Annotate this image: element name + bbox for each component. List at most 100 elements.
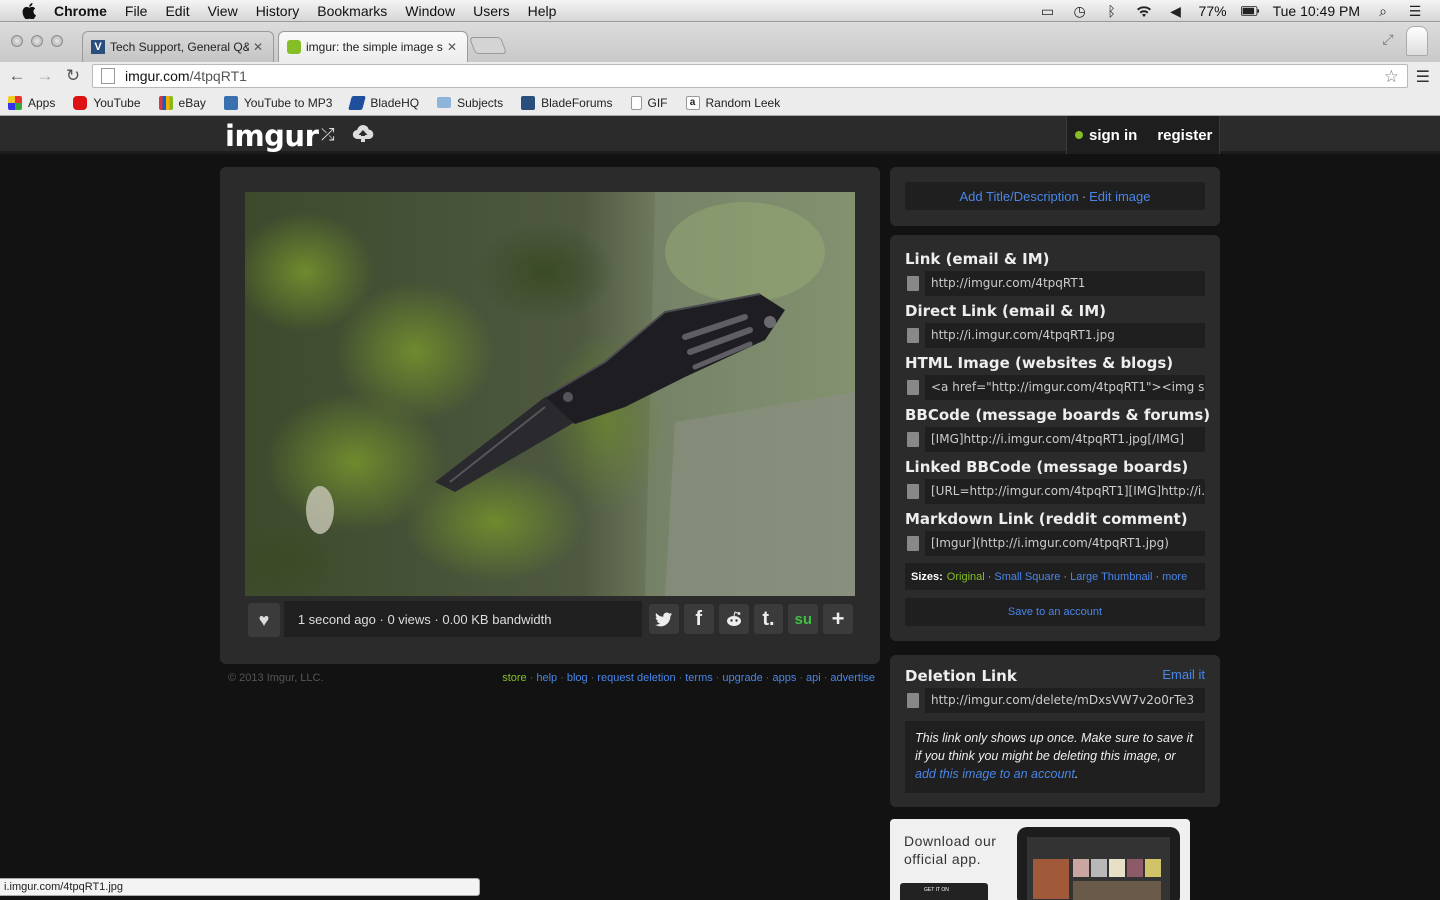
reddit-icon[interactable] <box>718 604 749 634</box>
menu-bookmarks[interactable]: Bookmarks <box>317 3 387 19</box>
random-shuffle-icon[interactable]: ⤮ <box>321 125 335 145</box>
size-large-thumbnail-link[interactable]: Large Thumbnail <box>1070 571 1152 583</box>
uploaded-image[interactable] <box>245 192 855 596</box>
footer-link-api[interactable]: api <box>806 672 821 684</box>
copy-icon[interactable] <box>907 276 919 291</box>
html-image-label: HTML Image (websites & blogs) <box>905 354 1174 372</box>
bluetooth-icon[interactable]: ᛒ <box>1103 3 1121 19</box>
register-link[interactable]: register <box>1157 127 1212 144</box>
bookmark-random-leek[interactable]: a Random Leek <box>685 95 780 110</box>
menu-window[interactable]: Window <box>405 3 455 19</box>
bookmark-bladeforums[interactable]: BladeForums <box>521 95 613 110</box>
back-icon[interactable]: ← <box>7 66 27 86</box>
email-it-link[interactable]: Email it <box>1162 667 1205 682</box>
footer-link-apps[interactable]: apps <box>772 672 796 684</box>
airplay-icon[interactable]: ▭ <box>1039 3 1057 19</box>
wifi-icon[interactable] <box>1135 3 1153 19</box>
bookmark-youtube-to-mp3[interactable]: YouTube to MP3 <box>223 95 333 110</box>
volume-icon[interactable]: ◀ <box>1167 3 1185 19</box>
menu-users[interactable]: Users <box>473 3 510 19</box>
direct-link-field[interactable]: http://i.imgur.com/4tpqRT1.jpg <box>925 323 1205 348</box>
profile-avatar-icon[interactable] <box>1406 26 1428 56</box>
chrome-toolbar: ← → ↻ imgur.com/4tpqRT1 ☆ ☰ <box>0 62 1440 90</box>
linked-bbcode-field[interactable]: [URL=http://imgur.com/4tpqRT1][IMG]http:… <box>925 479 1205 504</box>
time-machine-icon[interactable]: ◷ <box>1071 3 1089 19</box>
add-more-icon[interactable]: + <box>823 604 854 634</box>
reload-icon[interactable]: ↻ <box>63 66 83 86</box>
app-promo[interactable]: Download our official app. GET IT ON <box>890 819 1190 900</box>
forward-icon[interactable]: → <box>35 66 55 86</box>
bookmark-bladehq[interactable]: BladeHQ <box>348 95 420 110</box>
footer-link-upgrade[interactable]: upgrade <box>722 672 762 684</box>
bookmark-label: BladeHQ <box>370 95 420 110</box>
spotlight-icon[interactable]: ⌕ <box>1374 3 1392 19</box>
menubar-clock[interactable]: Tue 10:49 PM <box>1273 3 1360 19</box>
tab-close-icon[interactable]: ✕ <box>447 40 459 54</box>
size-more-link[interactable]: more <box>1162 571 1187 583</box>
tumblr-icon[interactable]: t. <box>753 604 784 634</box>
html-image-field[interactable]: <a href="http://imgur.com/4tpqRT1"><img … <box>925 375 1205 400</box>
tab-imgur[interactable]: imgur: the simple image sharer ✕ <box>278 31 468 62</box>
markdown-link-field[interactable]: [Imgur](http://i.imgur.com/4tpqRT1.jpg) <box>925 531 1205 556</box>
apple-icon[interactable] <box>18 2 40 19</box>
menu-view[interactable]: View <box>208 3 238 19</box>
image-panel: ♥ 1 second ago · 0 views · 0.00 KB bandw… <box>220 167 880 664</box>
size-original-link[interactable]: Original <box>947 571 985 583</box>
bookmark-apps[interactable]: Apps <box>8 95 55 110</box>
sign-in-link[interactable]: sign in <box>1089 127 1137 144</box>
copy-icon[interactable] <box>907 536 919 551</box>
bbcode-field[interactable]: [IMG]http://i.imgur.com/4tpqRT1.jpg[/IMG… <box>925 427 1205 452</box>
copy-icon[interactable] <box>907 693 919 708</box>
bookmark-ebay[interactable]: eBay <box>158 95 206 110</box>
add-title-description-link[interactable]: Add Title/Description <box>960 189 1079 204</box>
fullscreen-icon[interactable]: ⤢ <box>1379 31 1397 47</box>
heart-icon[interactable]: ♥ <box>248 603 280 637</box>
upload-icon[interactable] <box>352 123 374 145</box>
bookmark-subjects[interactable]: Subjects <box>437 96 503 110</box>
imgur-logo[interactable]: imgur <box>225 119 319 153</box>
copy-icon[interactable] <box>907 380 919 395</box>
menu-help[interactable]: Help <box>528 3 557 19</box>
battery-icon[interactable] <box>1240 3 1259 19</box>
footer-link-request-deletion[interactable]: request deletion <box>597 672 675 684</box>
address-bar[interactable]: imgur.com/4tpqRT1 ☆ <box>92 64 1408 88</box>
menu-edit[interactable]: Edit <box>165 3 189 19</box>
footer-link-blog[interactable]: blog <box>567 672 588 684</box>
google-play-badge[interactable]: GET IT ON <box>900 883 988 900</box>
sizes-bar: Sizes: Original · Small Square · Large Thu… <box>905 563 1205 590</box>
chrome-menu-icon[interactable]: ☰ <box>1416 67 1430 87</box>
window-close-button[interactable] <box>11 35 23 47</box>
menu-history[interactable]: History <box>256 3 300 19</box>
tab-close-icon[interactable]: ✕ <box>253 40 265 54</box>
copy-icon[interactable] <box>907 432 919 447</box>
copy-icon[interactable] <box>907 328 919 343</box>
save-to-account-button[interactable]: Save to an account <box>905 598 1205 626</box>
stumbleupon-icon[interactable]: su <box>788 604 819 634</box>
bookmark-youtube[interactable]: YouTube <box>73 95 141 110</box>
size-small-square-link[interactable]: Small Square <box>994 571 1060 583</box>
twitter-icon[interactable] <box>648 604 679 634</box>
footer-link-help[interactable]: help <box>536 672 557 684</box>
notification-center-icon[interactable]: ☰ <box>1406 3 1424 19</box>
url-host: imgur.com <box>125 68 190 84</box>
window-minimize-button[interactable] <box>31 35 43 47</box>
link-field[interactable]: http://imgur.com/4tpqRT1 <box>925 271 1205 296</box>
copy-icon[interactable] <box>907 484 919 499</box>
folder-icon <box>437 97 452 108</box>
bookmark-label: YouTube to MP3 <box>243 95 333 110</box>
menu-chrome[interactable]: Chrome <box>54 3 107 19</box>
deletion-link-field[interactable]: http://imgur.com/delete/mDxsVW7v2o0rTe3 <box>925 688 1205 713</box>
footer-link-advertise[interactable]: advertise <box>830 672 875 684</box>
window-zoom-button[interactable] <box>51 35 63 47</box>
tab-tech-support[interactable]: V Tech Support, General Q&A ✕ <box>82 31 274 62</box>
menu-file[interactable]: File <box>125 3 148 19</box>
footer-link-terms[interactable]: terms <box>685 672 713 684</box>
footer-link-store[interactable]: store <box>502 672 526 684</box>
edit-image-link[interactable]: Edit image <box>1089 189 1150 204</box>
facebook-icon[interactable]: f <box>683 604 714 634</box>
bookmark-gif[interactable]: GIF <box>630 95 668 110</box>
bookmark-star-icon[interactable]: ☆ <box>1384 67 1399 87</box>
add-to-account-link[interactable]: add this image to an account <box>915 767 1075 781</box>
new-tab-button[interactable] <box>468 37 508 54</box>
tab-title: imgur: the simple image sharer <box>306 40 443 54</box>
